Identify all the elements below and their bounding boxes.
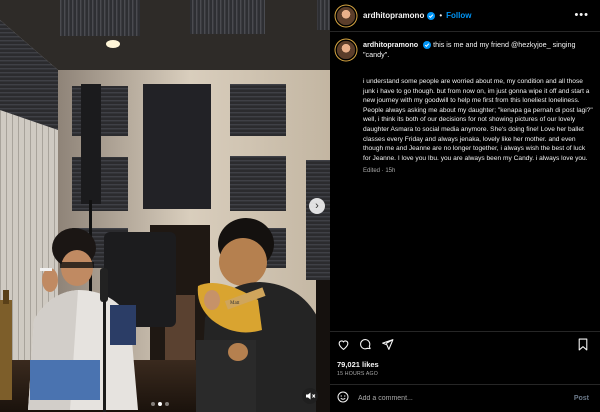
actions-divider [330,331,600,332]
post-media[interactable]: Matt › [0,0,330,412]
action-bar [337,338,394,351]
guitar-label: Matt [230,301,240,306]
avatar[interactable] [337,41,355,59]
carousel-indicator [151,402,169,406]
post-video: Matt [0,0,330,412]
caption-username[interactable]: ardhitopramono [363,40,418,49]
post-timestamp[interactable]: 15 HOURS AGO [337,371,378,377]
verified-icon [427,11,436,20]
edited-label: Edited · 15h [363,168,396,175]
share-icon[interactable] [381,338,394,351]
username-link[interactable]: ardhitopramono [363,11,424,20]
header-separator: • [439,11,443,20]
comment-bar: Post [330,384,600,412]
caption-body: i understand some people are worried abo… [363,78,593,162]
post-header: ardhitopramono • Follow ••• [330,0,600,32]
save-button[interactable] [577,338,589,356]
mute-button[interactable] [302,388,318,404]
carousel-dot [165,402,169,406]
comment-input[interactable] [358,395,558,402]
emoji-icon [337,391,349,402]
next-slide-button[interactable]: › [309,198,325,214]
verified-icon [423,41,432,50]
avatar[interactable] [337,6,355,25]
more-icon[interactable]: ••• [574,9,589,21]
save-icon [578,338,588,351]
mute-icon [306,392,316,400]
emoji-button[interactable] [337,390,349,408]
follow-button[interactable]: Follow [446,11,471,20]
carousel-dot [158,402,162,406]
post-comment-button[interactable]: Post [574,395,589,402]
carousel-dot [151,402,155,406]
heart-icon[interactable] [337,338,350,351]
caption: ardhitopramono this is me and my friend … [337,40,593,174]
likes-count[interactable]: 79,021 likes [337,360,379,369]
chevron-right-icon: › [315,200,319,212]
comment-icon[interactable] [359,338,372,351]
post-panel: ardhitopramono • Follow ••• ardhitopramo… [330,0,600,412]
caption-title: ardhitopramono this is me and my friend … [363,40,593,59]
